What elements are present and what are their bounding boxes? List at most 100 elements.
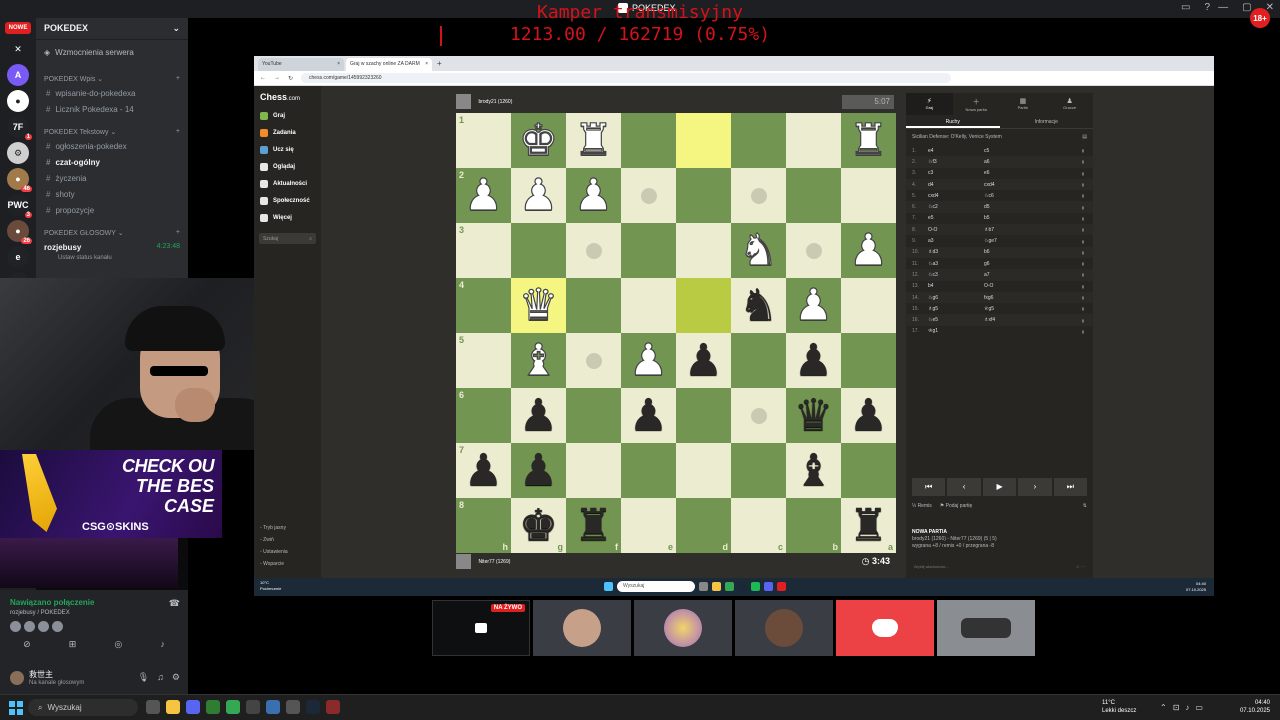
black-pawn-icon[interactable]: ♟ — [684, 338, 723, 383]
board-square[interactable]: ♟ — [786, 278, 841, 333]
first-move-button[interactable]: ⏮ — [912, 478, 946, 496]
white-move[interactable]: e4 — [928, 148, 984, 154]
board-square[interactable]: ♟ — [621, 388, 676, 443]
panel-tab[interactable]: ♟ Gracze — [1046, 93, 1093, 115]
move-row[interactable]: 6. ♘c2 d5 ▮ — [906, 201, 1093, 213]
server-icon[interactable]: A — [7, 64, 29, 86]
board-square[interactable]: ♟ — [676, 333, 731, 388]
white-pawn-icon[interactable]: ♟ — [628, 337, 669, 382]
white-move[interactable]: ♘g6 — [928, 295, 984, 301]
channel-item[interactable]: # shoty — [36, 187, 188, 203]
resign-button[interactable]: ⚑ Podaj partię — [940, 503, 973, 509]
gear-icon[interactable]: ⚙ — [172, 672, 180, 683]
black-queen-icon[interactable]: ♛ — [794, 393, 833, 438]
last-move-button[interactable]: ⏭ — [1053, 478, 1088, 496]
board-square[interactable] — [676, 113, 731, 168]
black-move[interactable]: ♕g5 — [984, 306, 1064, 312]
board-square[interactable] — [786, 113, 841, 168]
board-square[interactable] — [621, 278, 676, 333]
app-icon[interactable] — [246, 700, 260, 714]
move-row[interactable]: 16. ♘e5 ♗xf4 ▮ — [906, 314, 1093, 326]
camera-off-icon[interactable]: ⊘ — [23, 639, 31, 650]
task-view-icon[interactable] — [146, 700, 160, 714]
board-square[interactable] — [566, 333, 621, 388]
board-square[interactable] — [621, 113, 676, 168]
black-move[interactable]: a7 — [984, 272, 1064, 278]
board-square[interactable] — [786, 168, 841, 223]
move-row[interactable]: 11. ♘a3 g6 ▮ — [906, 258, 1093, 269]
subtab[interactable]: Informacje — [1000, 115, 1094, 128]
legal-move-dot[interactable] — [585, 352, 602, 369]
board-square[interactable]: 7 ♟ — [456, 443, 511, 498]
board-square[interactable]: g ♚ — [511, 498, 566, 553]
sidebar-bottom-item[interactable]: ◦ Zwiń — [260, 534, 288, 546]
participant-tile[interactable] — [836, 600, 934, 656]
white-rook-icon[interactable]: ♜ — [573, 117, 614, 162]
sidebar-bottom-item[interactable]: ◦ Ustawienia — [260, 546, 288, 558]
discord-icon[interactable] — [764, 582, 773, 591]
white-move[interactable]: ♘c2 — [928, 204, 984, 210]
close-icon[interactable]: × — [425, 61, 428, 68]
black-move[interactable]: e6 — [984, 170, 1064, 176]
flip-icon[interactable]: ⇅ — [1083, 503, 1087, 509]
board-square[interactable]: ♟ — [841, 388, 896, 443]
board-square[interactable] — [676, 443, 731, 498]
chess-nav-item[interactable]: Więcej — [254, 210, 321, 227]
start-button[interactable] — [9, 701, 23, 715]
server-icon[interactable]: ● — [7, 90, 29, 112]
folder-icon[interactable] — [166, 700, 180, 714]
board-square[interactable]: ♟ — [511, 168, 566, 223]
legal-move-dot[interactable] — [750, 187, 767, 204]
folder-icon[interactable] — [712, 582, 721, 591]
channel-item[interactable]: # czat-ogólny — [36, 155, 188, 171]
add-channel-icon[interactable]: + — [176, 229, 180, 237]
network-icon[interactable]: ⊡ — [1173, 703, 1180, 712]
legal-move-dot[interactable] — [750, 407, 767, 424]
black-move[interactable]: g6 — [984, 261, 1064, 267]
disconnect-icon[interactable]: ☎ — [169, 598, 180, 609]
server-icon[interactable]: ⚙ — [7, 142, 29, 164]
black-move[interactable]: ♗b7 — [984, 227, 1064, 233]
black-move[interactable]: d5 — [984, 204, 1064, 210]
app-icon[interactable] — [326, 700, 340, 714]
sidebar-bottom-item[interactable]: ◦ Wsparcie — [260, 558, 288, 570]
server-icon[interactable]: e — [7, 246, 29, 268]
board-square[interactable]: c — [731, 498, 786, 553]
white-pawn-icon[interactable]: ♟ — [573, 172, 614, 217]
next-move-button[interactable]: › — [1018, 478, 1052, 496]
help-icon[interactable]: ? — [1204, 2, 1210, 13]
board-square[interactable]: ♜ — [841, 113, 896, 168]
panel-tab[interactable]: ▦ Partie — [1000, 93, 1047, 115]
chat-input[interactable]: Wyślij wiadomość... ☺ ⋯ — [910, 560, 1089, 572]
panel-tab[interactable]: ＋ Nowa partia — [953, 93, 1000, 115]
app-icon[interactable] — [266, 700, 280, 714]
forward-icon[interactable]: → — [274, 75, 280, 81]
book-icon[interactable]: ▤ — [1082, 134, 1087, 140]
server-icon[interactable]: ● 46 — [7, 168, 32, 192]
connection-channel[interactable]: rozjebusy / POKEDEX — [0, 609, 188, 617]
chrome-icon[interactable] — [226, 700, 240, 714]
white-move[interactable]: ♗g5 — [928, 306, 984, 312]
white-queen-icon[interactable]: ♛ — [518, 282, 559, 327]
white-rook-icon[interactable]: ♜ — [848, 117, 889, 162]
board-square[interactable]: ♟ — [841, 223, 896, 278]
board-square[interactable]: 3 — [456, 223, 511, 278]
avatar[interactable] — [456, 554, 471, 570]
avatar[interactable] — [52, 621, 63, 632]
board-square[interactable] — [566, 443, 621, 498]
white-pawn-icon[interactable]: ♟ — [793, 282, 834, 327]
legal-move-dot[interactable] — [640, 187, 657, 204]
channel-item[interactable]: # wpisanie-do-pokedexa — [36, 86, 188, 102]
chess-nav-item[interactable]: Aktualności — [254, 176, 321, 193]
board-square[interactable]: ♚ — [511, 113, 566, 168]
chess-nav-item[interactable]: Graj — [254, 108, 321, 125]
server-icon[interactable]: PWC 3 — [7, 194, 32, 218]
play-button[interactable]: ▶ — [982, 478, 1017, 496]
black-pawn-icon[interactable]: ♟ — [849, 393, 888, 438]
board-square[interactable] — [676, 388, 731, 443]
chess-nav-item[interactable]: Społeczność — [254, 193, 321, 210]
microphone-icon[interactable]: 🎙 — [138, 672, 149, 683]
white-pawn-icon[interactable]: ♟ — [463, 172, 504, 217]
board-square[interactable] — [841, 168, 896, 223]
app-icon[interactable] — [699, 582, 708, 591]
